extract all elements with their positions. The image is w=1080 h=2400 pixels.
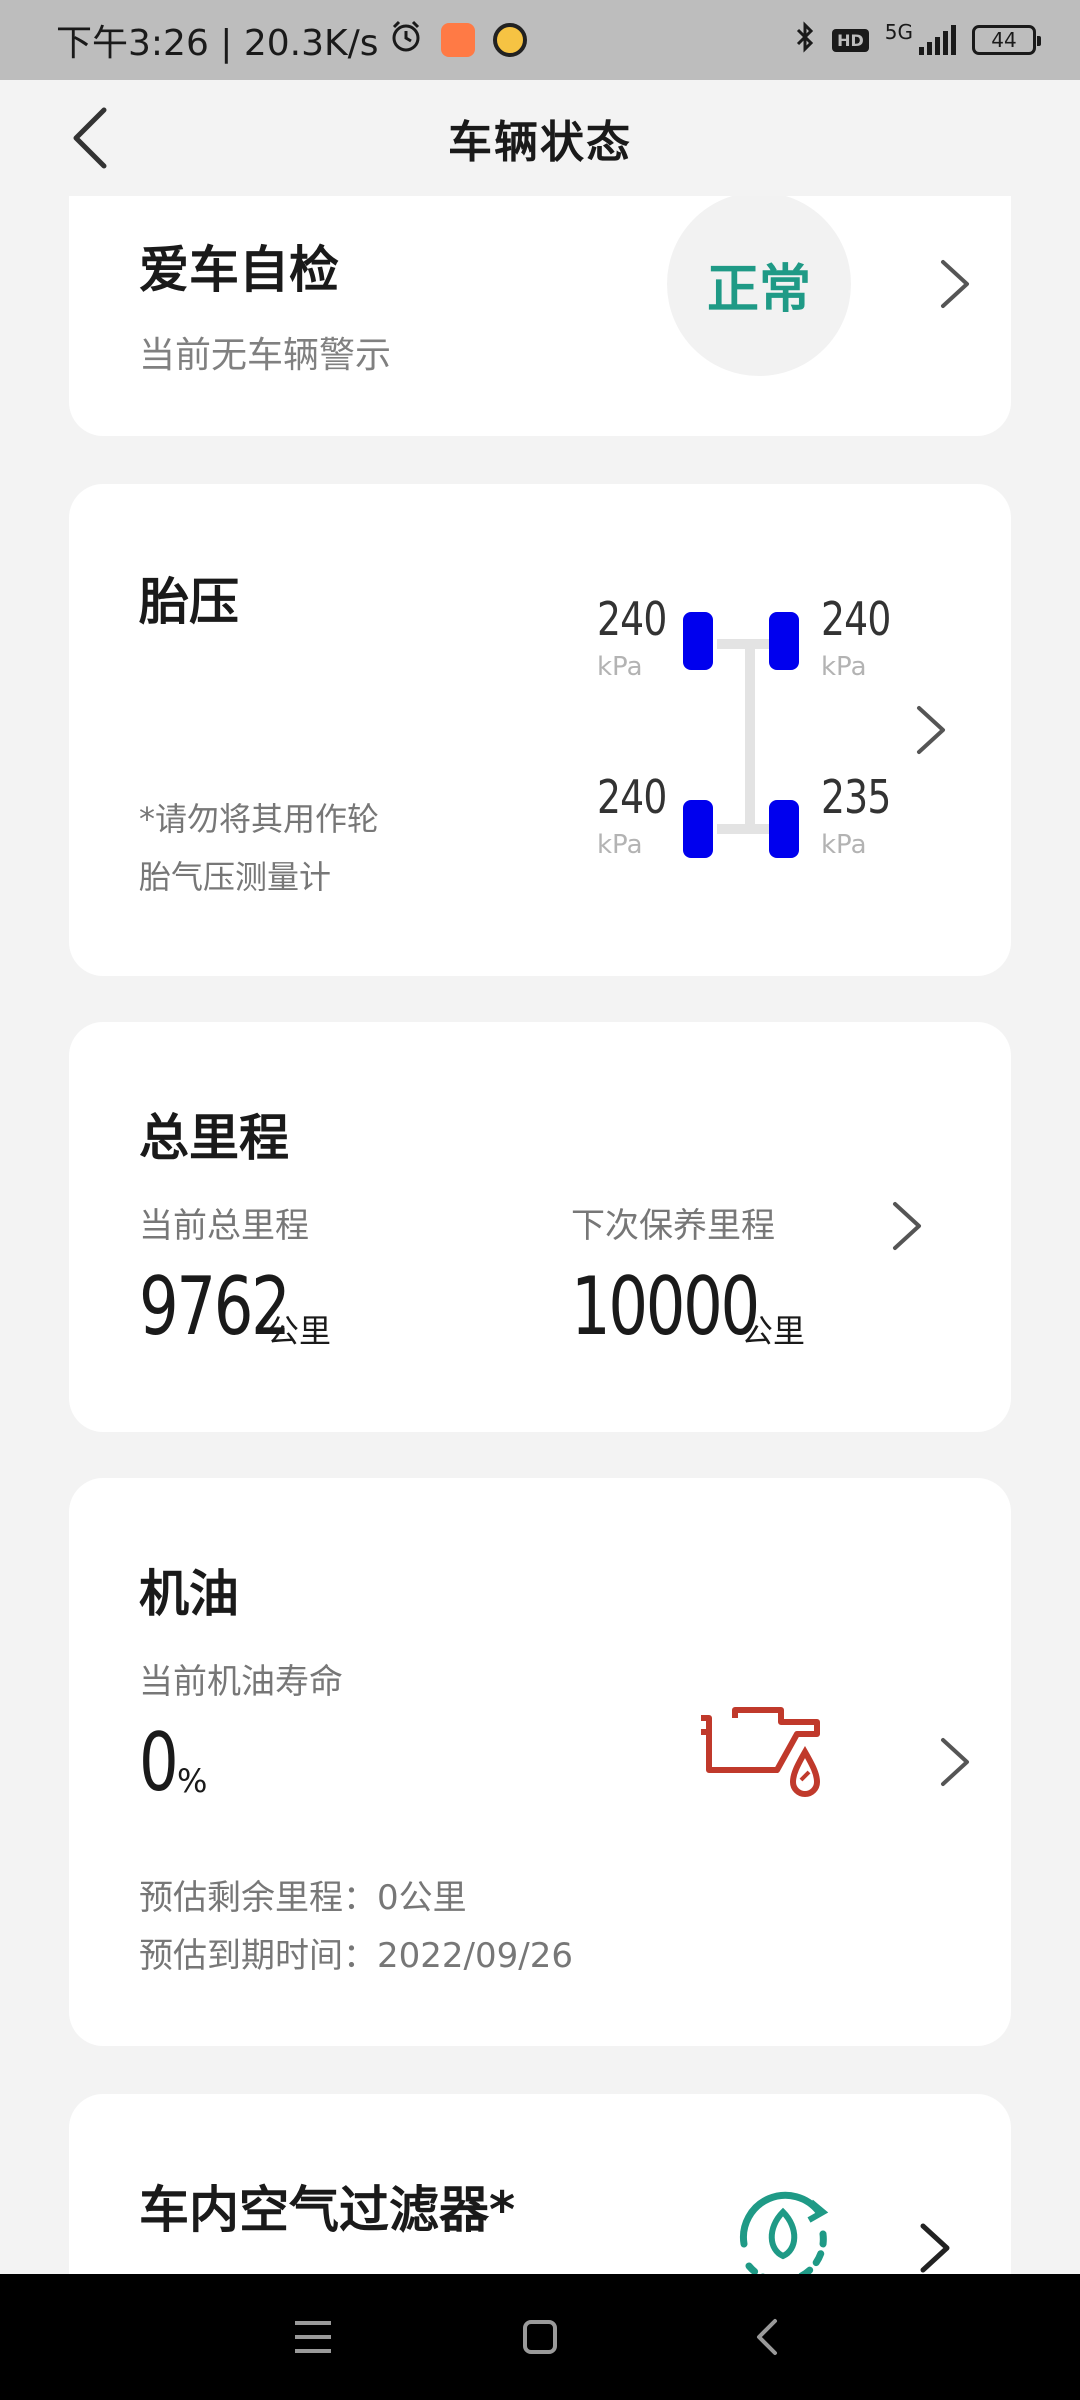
air-filter-chevron-icon[interactable] <box>915 2218 955 2274</box>
menu-icon <box>295 2321 332 2353</box>
network-type: 5G <box>884 20 913 44</box>
mileage-chevron-icon[interactable] <box>887 1196 927 1256</box>
app-notification-icon <box>492 23 527 57</box>
air-filter-title: 车内空气过滤器* <box>139 2181 516 2239</box>
alarm-icon <box>389 19 423 62</box>
current-mileage-unit: 公里 <box>267 1312 332 1350</box>
back-triangle-icon <box>756 2319 777 2355</box>
app-header: 车辆状态 <box>0 80 1080 196</box>
air-filter-recycle-icon <box>719 2174 849 2274</box>
bluetooth-icon <box>794 21 816 59</box>
rear-right-tire <box>769 800 799 858</box>
oil-card[interactable]: 机油 当前机油寿命 0 % 预估剩余里程：0公里 预估到期时间：2022/09/… <box>69 1478 1011 2046</box>
rear-left-unit: kPa <box>597 830 643 860</box>
self-check-card[interactable]: 爱车自检 当前无车辆警示 正常 <box>69 196 1011 436</box>
tire-pressure-title: 胎压 <box>139 573 239 631</box>
tire-pressure-card[interactable]: 胎压 *请勿将其用作轮 胎气压测量计 240 kPa 240 kPa 240 k… <box>69 484 1011 976</box>
back-nav-button[interactable] <box>727 2297 807 2377</box>
battery-level: 44 <box>991 28 1017 52</box>
status-time-speed: 下午3:26 | 20.3K/s <box>56 23 379 64</box>
back-button[interactable] <box>62 107 118 169</box>
tire-pressure-chevron-icon[interactable] <box>911 700 951 760</box>
status-left: 下午3:26 | 20.3K/s <box>56 14 527 66</box>
chassis-bar <box>745 639 755 834</box>
next-service-unit: 公里 <box>741 1312 806 1350</box>
front-right-tire <box>769 612 799 670</box>
front-left-unit: kPa <box>597 652 643 682</box>
tire-note-line2: 胎气压测量计 <box>139 858 332 896</box>
current-mileage-label: 当前总里程 <box>139 1206 309 1246</box>
rear-left-pressure: 240 <box>597 770 667 824</box>
mileage-card[interactable]: 总里程 当前总里程 9762 公里 下次保养里程 10000 公里 <box>69 1022 1011 1432</box>
oil-due-date: 预估到期时间：2022/09/26 <box>139 1936 573 1976</box>
front-left-pressure: 240 <box>597 592 667 646</box>
tire-note-line1: *请勿将其用作轮 <box>139 800 380 838</box>
next-service-value: 10000 <box>571 1260 760 1353</box>
oil-life-label: 当前机油寿命 <box>139 1662 343 1702</box>
oil-remaining-mileage: 预估剩余里程：0公里 <box>139 1878 467 1918</box>
oil-life-unit: % <box>177 1762 208 1800</box>
menu-nav-button[interactable] <box>273 2297 353 2377</box>
oil-life-value: 0 <box>139 1716 179 1809</box>
self-check-chevron-icon[interactable] <box>935 254 975 314</box>
shopping-app-icon <box>440 23 475 57</box>
oil-can-icon <box>697 1700 825 1800</box>
self-check-subtitle: 当前无车辆警示 <box>139 335 392 376</box>
next-service-label: 下次保养里程 <box>571 1206 775 1246</box>
front-left-tire <box>683 612 713 670</box>
home-nav-button[interactable] <box>500 2297 580 2377</box>
content-scroll-area[interactable]: 爱车自检 当前无车辆警示 正常 胎压 *请勿将其用作轮 胎气压测量计 240 k… <box>0 196 1080 2274</box>
system-nav-bar <box>0 2274 1080 2400</box>
page-title: 车辆状态 <box>448 117 632 168</box>
battery-icon: 44 <box>972 25 1041 55</box>
hd-badge: HD <box>832 28 869 52</box>
status-right: HD 5G 44 <box>794 20 1041 59</box>
rear-left-tire <box>683 800 713 858</box>
back-arrow-icon <box>73 107 107 169</box>
home-square-icon <box>522 2320 557 2354</box>
air-filter-card[interactable]: 车内空气过滤器* <box>69 2094 1011 2274</box>
front-right-unit: kPa <box>821 652 867 682</box>
status-bar: 下午3:26 | 20.3K/s HD 5G 44 <box>0 0 1080 80</box>
rear-right-pressure: 235 <box>821 770 891 824</box>
front-right-pressure: 240 <box>821 592 891 646</box>
self-check-status-badge: 正常 <box>667 196 851 376</box>
rear-right-unit: kPa <box>821 830 867 860</box>
signal-icon <box>919 25 956 55</box>
oil-title: 机油 <box>139 1565 239 1623</box>
oil-chevron-icon[interactable] <box>935 1732 975 1792</box>
mileage-title: 总里程 <box>139 1109 289 1167</box>
self-check-title: 爱车自检 <box>139 241 339 299</box>
